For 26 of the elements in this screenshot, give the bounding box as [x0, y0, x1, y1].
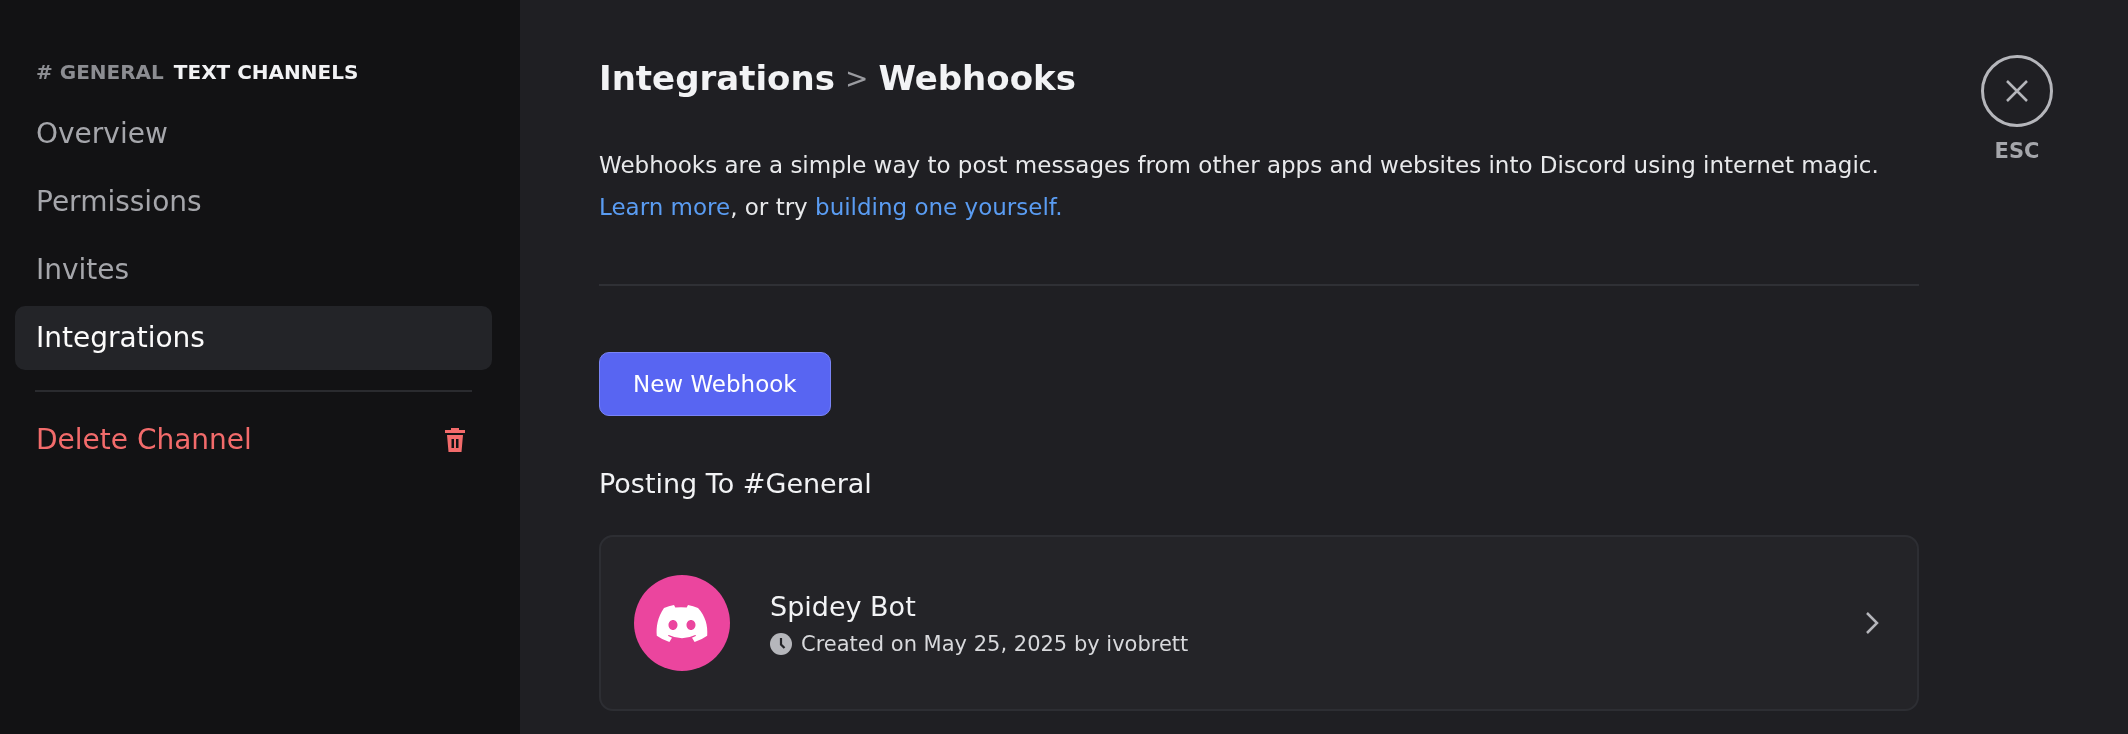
- webhook-name: Spidey Bot: [770, 590, 917, 622]
- breadcrumb-separator: >: [844, 61, 869, 95]
- build-link[interactable]: building one yourself.: [815, 194, 1063, 220]
- delete-channel-label: Delete Channel: [36, 422, 252, 458]
- close-icon: [2004, 78, 2030, 104]
- channel-name: # GENERAL: [36, 60, 164, 84]
- delete-channel-item[interactable]: Delete Channel: [15, 408, 492, 472]
- trash-icon: [445, 428, 465, 452]
- webhook-card[interactable]: Spidey Bot Created on May 25, 2025 by ivobrett: [599, 535, 1919, 711]
- webhook-created-text: Created on May 25, 2025 by ivobrett: [801, 631, 1189, 656]
- sidebar-item[interactable]: Invites: [15, 238, 492, 302]
- clock-icon: [770, 632, 792, 655]
- category-name: TEXT CHANNELS: [173, 60, 359, 84]
- breadcrumb-parent[interactable]: Integrations: [599, 58, 835, 98]
- esc-label: ESC: [1994, 139, 2040, 163]
- sidebar-item[interactable]: Permissions: [15, 170, 492, 234]
- chevron-right-icon: [1865, 611, 1879, 635]
- new-webhook-button[interactable]: New Webhook: [599, 352, 831, 416]
- learn-more-link[interactable]: Learn more: [599, 194, 731, 220]
- description-text: Webhooks are a simple way to post messages from other apps and websites into Discord using internet magic.: [599, 151, 1880, 180]
- sidebar-item[interactable]: Overview: [15, 102, 492, 166]
- close-button[interactable]: [1981, 55, 2053, 127]
- breadcrumb-current: Webhooks: [878, 58, 1076, 98]
- sidebar-item[interactable]: Integrations: [15, 306, 492, 370]
- description-text: , or try: [730, 194, 808, 220]
- section-title: Posting To #General: [599, 468, 873, 499]
